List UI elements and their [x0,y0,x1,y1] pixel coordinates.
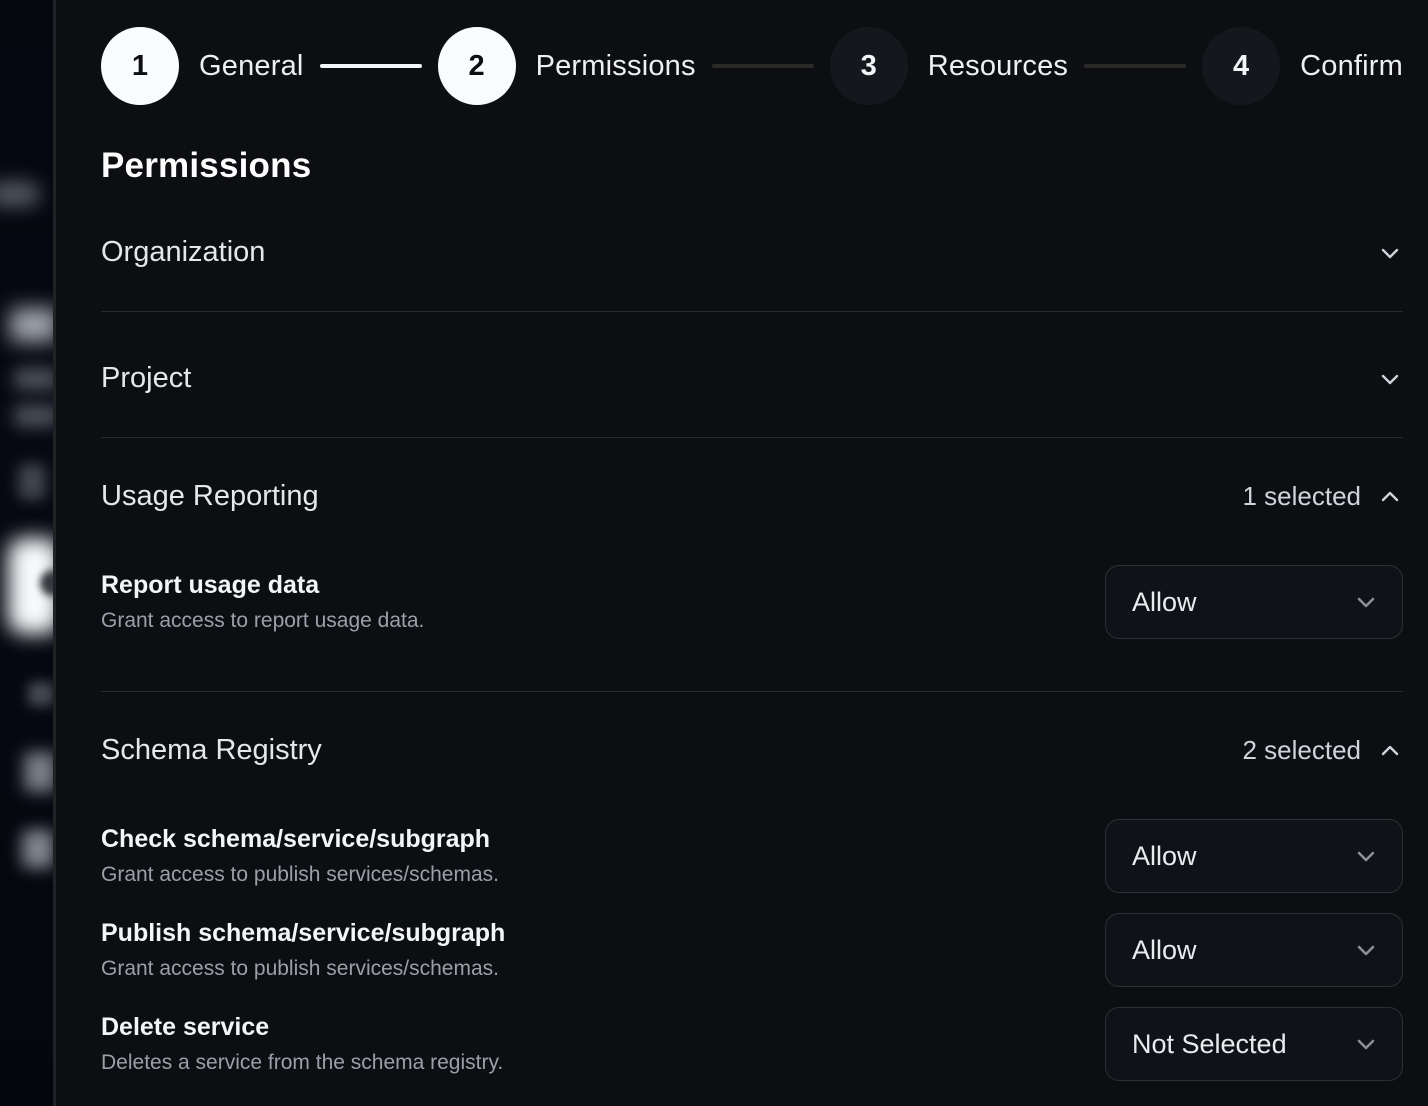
step-permissions[interactable]: 2 Permissions [438,27,696,105]
permission-row-check-schema: Check schema/service/subgraph Grant acce… [101,819,1403,893]
stepper-connector [1084,64,1186,68]
permission-name: Publish schema/service/subgraph [101,919,505,948]
section-usage-reporting-header[interactable]: Usage Reporting 1 selected [101,480,1403,513]
section-organization[interactable]: Organization [101,186,1403,312]
blurred-icon [18,464,46,500]
blurred-pill [0,181,40,207]
selected-value: Allow [1132,935,1197,966]
selected-value: Not Selected [1132,1029,1287,1060]
section-title: Organization [101,236,265,269]
background-sidebar [0,0,53,1106]
permission-name: Check schema/service/subgraph [101,825,499,854]
blurred-text-line [14,368,53,390]
chevron-down-icon[interactable] [1377,366,1403,392]
section-title: Schema Registry [101,734,322,767]
chevron-down-icon [1354,844,1378,868]
permission-description: Grant access to publish services/schemas… [101,957,505,981]
report-usage-data-select[interactable]: Allow [1105,565,1403,639]
chevron-down-icon[interactable] [1377,240,1403,266]
chevron-down-icon [1354,590,1378,614]
wizard-stepper: 1 General 2 Permissions 3 Resources 4 Co… [101,27,1403,105]
step-resources[interactable]: 3 Resources [830,27,1068,105]
section-title: Project [101,362,191,395]
chevron-down-icon [1354,938,1378,962]
step-2-circle[interactable]: 2 [438,27,516,105]
chevron-up-icon[interactable] [1377,484,1403,510]
permission-description: Grant access to publish services/schemas… [101,863,499,887]
blurred-nav-item [24,752,53,792]
selected-value: Allow [1132,587,1197,618]
permission-row-publish-schema: Publish schema/service/subgraph Grant ac… [101,913,1403,987]
chevron-down-icon [1354,1032,1378,1056]
chevron-up-icon[interactable] [1377,738,1403,764]
delete-service-select[interactable]: Not Selected [1105,1007,1403,1081]
page-title: Permissions [101,146,1403,186]
stepper-connector-done [320,64,422,68]
publish-schema-select[interactable]: Allow [1105,913,1403,987]
permission-name: Delete service [101,1013,503,1042]
permission-description: Deletes a service from the schema regist… [101,1051,503,1075]
step-4-circle[interactable]: 4 [1202,27,1280,105]
selected-value: Allow [1132,841,1197,872]
permission-row-delete-service: Delete service Deletes a service from th… [101,1007,1403,1081]
step-2-label: Permissions [536,50,696,83]
permission-name: Report usage data [101,571,424,600]
section-usage-reporting: Usage Reporting 1 selected Report usage … [101,438,1403,692]
selected-count: 2 selected [1242,735,1361,766]
blurred-heading [10,308,53,342]
step-1-label: General [199,50,304,83]
step-4-label: Confirm [1300,50,1403,83]
step-3-circle[interactable]: 3 [830,27,908,105]
section-project[interactable]: Project [101,312,1403,438]
step-1-circle[interactable]: 1 [101,27,179,105]
step-3-label: Resources [928,50,1068,83]
blurred-text-line [14,405,53,427]
permission-row-report-usage-data: Report usage data Grant access to report… [101,565,1403,639]
section-schema-registry-header[interactable]: Schema Registry 2 selected [101,734,1403,767]
blurred-nav-item [22,830,53,868]
stepper-connector [712,64,814,68]
step-confirm[interactable]: 4 Confirm [1202,27,1403,105]
permission-description: Grant access to report usage data. [101,609,424,633]
screen: 1 General 2 Permissions 3 Resources 4 Co… [0,0,1428,1106]
check-schema-select[interactable]: Allow [1105,819,1403,893]
selected-count: 1 selected [1242,481,1361,512]
step-general[interactable]: 1 General [101,27,304,105]
section-schema-registry: Schema Registry 2 selected Check schema/… [101,692,1403,1081]
wizard-panel: 1 General 2 Permissions 3 Resources 4 Co… [56,0,1428,1106]
section-title: Usage Reporting [101,480,319,513]
blurred-nav-item [28,682,53,706]
